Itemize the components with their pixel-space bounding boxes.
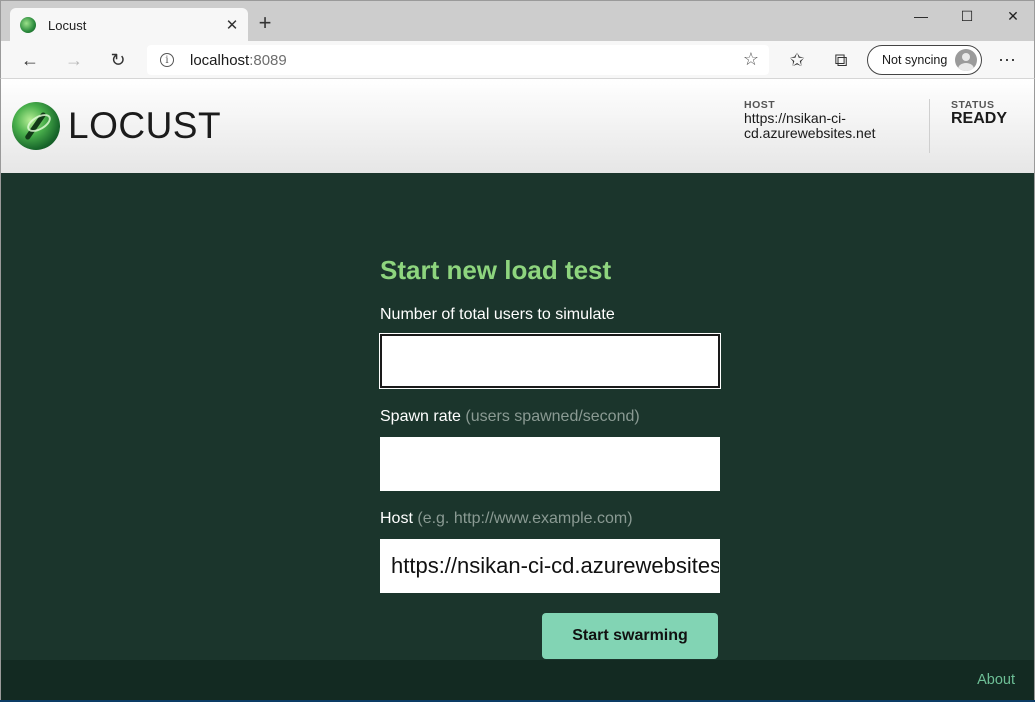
host-info: HOST https://nsikan-ci-cd.azurewebsites.… [744,99,914,141]
address-bar[interactable]: i localhost:8089 ☆ [147,45,769,75]
spawn-rate-hint: (users spawned/second) [465,408,640,425]
site-info-icon[interactable]: i [160,53,174,67]
users-input[interactable] [379,333,721,389]
browser-tab-locust[interactable]: Locust ✕ [10,8,248,42]
locust-logo-icon [12,102,60,150]
tab-title: Locust [48,17,87,33]
about-link[interactable]: About [977,672,1015,688]
locust-favicon-icon [20,17,36,33]
url-port: :8089 [249,51,287,69]
users-label: Number of total users to simulate [380,306,615,323]
more-menu-icon[interactable]: ⋯ [995,48,1019,72]
main-content: Start new load test Number of total user… [0,173,1035,660]
start-swarming-button[interactable]: Start swarming [542,613,718,659]
profile-sync-button[interactable]: Not syncing [867,45,982,75]
sync-status-label: Not syncing [882,53,948,67]
host-value: https://nsikan-ci-cd.azurewebsites.net [744,110,876,141]
status-info: STATUS READY [951,99,1031,127]
header-divider [929,99,930,153]
back-arrow-icon[interactable]: ← [18,48,42,72]
host-input[interactable]: https://nsikan-ci-cd.azurewebsites.net [380,539,720,593]
spawn-rate-label-text: Spawn rate [380,408,461,425]
browser-tab-strip: Locust ✕ + — ☐ ✕ [0,0,1035,42]
url-host: localhost [190,51,250,69]
window-close-button[interactable]: ✕ [990,5,1035,27]
forward-arrow-icon[interactable]: → [62,48,86,72]
avatar-icon [955,49,977,71]
status-value: READY [951,110,1008,127]
collections-icon[interactable]: ⧉ [829,48,853,72]
app-header: LOCUST HOST https://nsikan-ci-cd.azurewe… [0,79,1035,173]
new-tab-button[interactable]: + [253,10,277,35]
form-title: Start new load test [380,255,612,285]
minimize-button[interactable]: — [898,5,944,27]
maximize-button[interactable]: ☐ [944,5,990,27]
logo-text: LOCUST [68,105,222,146]
browser-toolbar: ← → ↻ i localhost:8089 ☆ ✩ ⧉ Not syncing… [0,41,1035,79]
host-field-label-text: Host [380,510,413,527]
host-field-label: Host (e.g. http://www.example.com) [380,510,633,528]
refresh-icon[interactable]: ↻ [106,48,130,72]
spawn-rate-label: Spawn rate (users spawned/second) [380,408,640,426]
favorites-icon[interactable]: ✩ [785,48,809,72]
footer: About [0,660,1035,700]
spawn-rate-input[interactable] [380,437,720,491]
add-favorite-star-icon[interactable]: ☆ [743,49,759,70]
host-field-hint: (e.g. http://www.example.com) [417,510,633,527]
tab-close-icon[interactable]: ✕ [222,15,242,35]
